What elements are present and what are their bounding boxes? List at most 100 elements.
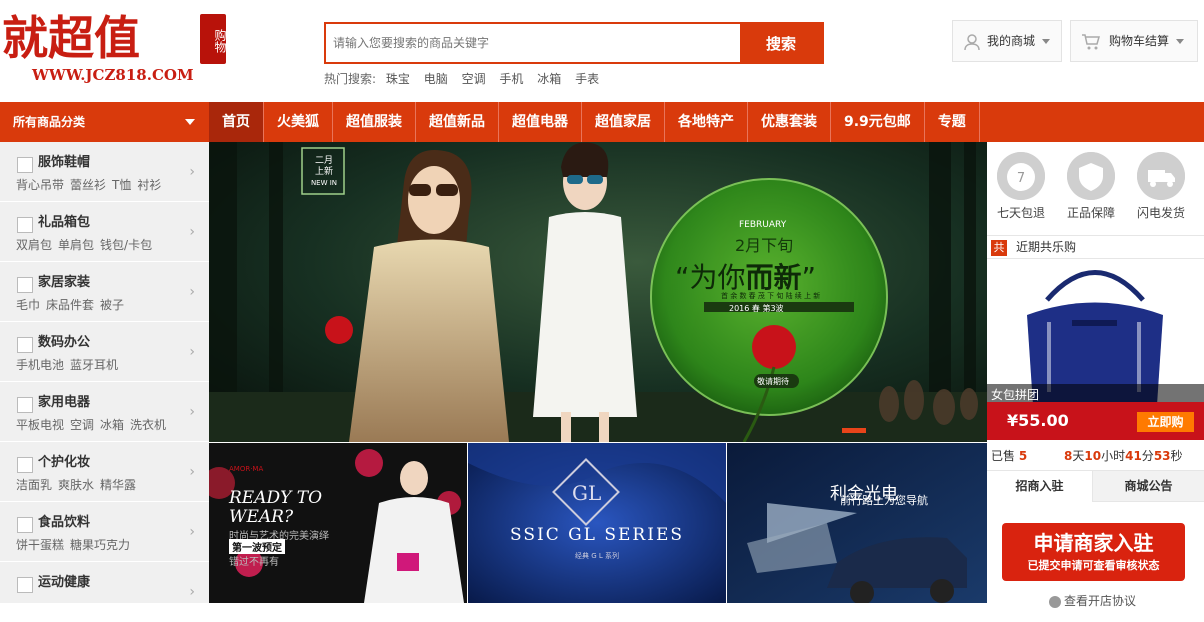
countdown-hours: 10: [1084, 449, 1102, 463]
subcategory-link[interactable]: 钱包/卡包: [100, 238, 152, 252]
nav-item-home[interactable]: 首页: [209, 102, 264, 142]
category-item[interactable]: 运动健康 ›: [0, 562, 209, 622]
subcategory-link[interactable]: 背心吊带: [16, 178, 64, 192]
right-panel: 7 七天包退 正品保障 闪电发货 共 近期共乐购 女包拼团 ¥55.00 立即购: [987, 142, 1204, 608]
hot-keyword[interactable]: 手表: [575, 72, 599, 86]
subcategory-link[interactable]: 蓝牙耳机: [70, 358, 118, 372]
hot-keyword[interactable]: 电脑: [424, 72, 448, 86]
car-sub: 前行路上为您导航: [840, 494, 928, 507]
buy-now-button[interactable]: 立即购: [1137, 412, 1194, 432]
banner-season: 2016 春 第3波: [729, 304, 784, 313]
category-item[interactable]: 数码办公 手机电池 蓝牙耳机 ›: [0, 322, 209, 382]
tab-announcements[interactable]: 商城公告: [1092, 471, 1204, 502]
chevron-right-icon: ›: [189, 164, 195, 180]
nav-item[interactable]: 超值电器: [499, 102, 582, 142]
countdown-secs: 53: [1153, 449, 1171, 463]
chevron-right-icon: ›: [189, 524, 195, 540]
subcategory-link[interactable]: 双肩包: [16, 238, 52, 252]
subcategory-link[interactable]: 毛巾: [16, 298, 40, 312]
price-bar: ¥55.00 立即购: [987, 402, 1204, 440]
gl-logo: GL: [572, 481, 602, 505]
countdown: 8天10小时41分53秒: [1064, 447, 1183, 464]
site-logo[interactable]: 就超值 购物 WWW.JCZ818.COM: [0, 0, 230, 95]
group-buy-product[interactable]: 女包拼团 ¥55.00 立即购: [987, 260, 1204, 440]
unit-min: 分: [1141, 449, 1154, 463]
promo-tile-gl[interactable]: GL SSIC GL SERIES 经典 G L 系列: [468, 443, 726, 603]
hot-keyword[interactable]: 手机: [499, 72, 523, 86]
apply-merchant-button[interactable]: 申请商家入驻 已提交申请可查看审核状态: [1002, 523, 1185, 581]
nav-item[interactable]: 火美狐: [264, 102, 333, 142]
tile-headline-1: READY TO: [229, 488, 323, 508]
service-return[interactable]: 7 七天包退: [991, 152, 1051, 221]
subcategory-link[interactable]: 蕾丝衫: [70, 178, 106, 192]
search-button[interactable]: 搜索: [740, 24, 822, 62]
sold-count: 5: [1018, 449, 1028, 463]
logo-text: 就超值: [2, 11, 140, 65]
search-input[interactable]: [326, 24, 742, 62]
service-shipping[interactable]: 闪电发货: [1131, 152, 1191, 221]
category-icon: [17, 277, 33, 293]
cart-icon: [1081, 33, 1101, 54]
subcategory-link[interactable]: 洁面乳: [16, 478, 52, 492]
category-item[interactable]: 个护化妆 洁面乳 爽肤水 精华露 ›: [0, 442, 209, 502]
tab-merchant-join[interactable]: 招商入驻: [987, 471, 1092, 502]
category-item[interactable]: 家用电器 平板电视 空调 冰箱 洗衣机 ›: [0, 382, 209, 442]
subcategory-link[interactable]: 洗衣机: [130, 418, 166, 432]
hot-keyword[interactable]: 冰箱: [537, 72, 561, 86]
subcategory-link[interactable]: T恤: [112, 178, 131, 192]
category-item[interactable]: 礼品箱包 双肩包 单肩包 钱包/卡包 ›: [0, 202, 209, 262]
category-icon: [17, 217, 33, 233]
subcategory-link[interactable]: 冰箱: [100, 418, 124, 432]
nav-item[interactable]: 9.9元包邮: [831, 102, 925, 142]
unit-day: 天: [1072, 449, 1085, 463]
subcategory-link[interactable]: 衬衫: [137, 178, 161, 192]
my-mall-label: 我的商城: [987, 34, 1036, 48]
subcategory-link[interactable]: 手机电池: [16, 358, 64, 372]
apply-merchant-title: 申请商家入驻: [1033, 531, 1154, 555]
shop-agreement-link[interactable]: 查看开店协议: [1049, 592, 1136, 609]
chevron-right-icon: ›: [189, 344, 195, 360]
subcategory-link[interactable]: 被子: [100, 298, 124, 312]
banner-month: FEBRUARY: [739, 220, 787, 230]
category-item[interactable]: 食品饮料 饼干蛋糕 糖果巧克力 ›: [0, 502, 209, 562]
category-icon: [17, 517, 33, 533]
hot-keyword[interactable]: 空调: [462, 72, 486, 86]
promo-tile-car[interactable]: 利金光电 前行路上为您导航: [727, 443, 987, 603]
hot-keyword[interactable]: 珠宝: [386, 72, 410, 86]
my-mall-button[interactable]: 我的商城: [952, 20, 1062, 62]
subcategory-link[interactable]: 糖果巧克力: [70, 538, 130, 552]
nav-item[interactable]: 各地特产: [665, 102, 748, 142]
category-title: 家居家装: [38, 275, 91, 290]
category-item[interactable]: 家居家装 毛巾 床品件套 被子 ›: [0, 262, 209, 322]
subcategory-link[interactable]: 平板电视: [16, 418, 64, 432]
all-categories-toggle[interactable]: 所有商品分类: [0, 102, 209, 142]
category-title: 数码办公: [38, 335, 91, 350]
cart-button[interactable]: 购物车结算: [1070, 20, 1198, 62]
hero-banner[interactable]: 二月 上新 NEW IN FEBRUARY 2月下旬 “为你而新” 首 余 数 …: [209, 142, 987, 442]
category-item[interactable]: 服饰鞋帽 背心吊带 蕾丝衫 T恤 衬衫 ›: [0, 142, 209, 202]
nav-item[interactable]: 超值家居: [582, 102, 665, 142]
nav-item[interactable]: 专题: [925, 102, 980, 142]
subcategory-link[interactable]: 床品件套: [46, 298, 94, 312]
headline-bold: 而新: [745, 261, 802, 294]
banner-sub: 首 余 数 春 茂 下 旬 陆 续 上 新: [721, 292, 821, 300]
caret-down-icon: [185, 119, 195, 125]
subcategory-link[interactable]: 精华露: [100, 478, 136, 492]
seven-day-return-icon: 7: [997, 152, 1045, 200]
tile-more: 错过不再有: [229, 557, 279, 568]
subcategory-link[interactable]: 空调: [70, 418, 94, 432]
nav-item[interactable]: 超值服装: [333, 102, 416, 142]
banner-cta[interactable]: 敬请期待: [757, 376, 789, 387]
chevron-down-icon: [1042, 39, 1051, 44]
subcategory-link[interactable]: 饼干蛋糕: [16, 538, 64, 552]
promo-tile-fashion[interactable]: AMOR·MA READY TO WEAR? 时尚与艺术的完美演绎 第一波预定 …: [209, 443, 467, 603]
group-buy-icon: 共: [991, 240, 1007, 256]
subcategory-link[interactable]: 单肩包: [58, 238, 94, 252]
info-tabs: 招商入驻 商城公告: [987, 470, 1204, 502]
group-buy-title: 近期共乐购: [1016, 240, 1077, 254]
nav-item[interactable]: 优惠套装: [748, 102, 831, 142]
user-icon: [963, 33, 981, 54]
service-genuine[interactable]: 正品保障: [1061, 152, 1121, 221]
subcategory-link[interactable]: 爽肤水: [58, 478, 94, 492]
nav-item[interactable]: 超值新品: [416, 102, 499, 142]
